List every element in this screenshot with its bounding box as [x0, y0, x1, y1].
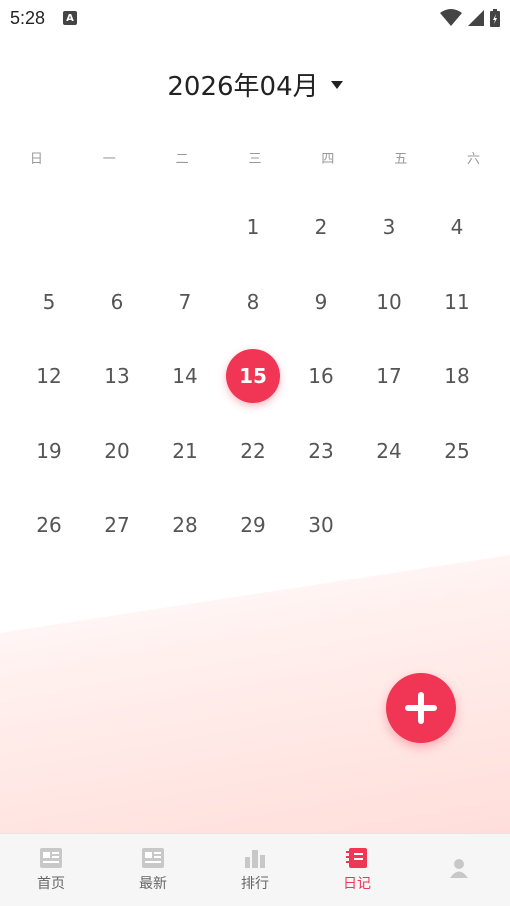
- day-number: 23: [308, 438, 334, 463]
- day-cell[interactable]: 19: [15, 414, 83, 489]
- day-cell[interactable]: 26: [15, 488, 83, 563]
- day-cell[interactable]: 5: [15, 265, 83, 340]
- day-number: 22: [240, 438, 266, 463]
- tab-label: 最新: [139, 876, 167, 892]
- day-cell[interactable]: 14: [151, 339, 219, 414]
- tab-label: 日记: [343, 876, 371, 892]
- day-cell[interactable]: 23: [287, 414, 355, 489]
- month-selector[interactable]: 2026年04月: [0, 66, 510, 103]
- day-number: 18: [444, 364, 470, 389]
- add-diary-button[interactable]: [386, 673, 456, 743]
- weekday-label: 一: [102, 152, 116, 167]
- tab-1[interactable]: 首页: [0, 834, 102, 906]
- status-right-icons: [440, 9, 500, 27]
- day-cell[interactable]: 18: [423, 339, 491, 414]
- tab-3[interactable]: 排行: [204, 834, 306, 906]
- day-number: 12: [36, 364, 62, 389]
- day-number: 2: [314, 215, 328, 240]
- day-cell[interactable]: 7: [151, 265, 219, 340]
- day-number: 27: [104, 513, 130, 538]
- notebook-icon: [346, 848, 367, 868]
- day-cell[interactable]: 22: [219, 414, 287, 489]
- signal-icon: [468, 10, 484, 26]
- day-cell[interactable]: 12: [15, 339, 83, 414]
- month-title: 2026年04月: [167, 72, 319, 102]
- day-number: 3: [382, 215, 396, 240]
- empty-day-cell: [15, 190, 83, 265]
- day-number: 30: [308, 513, 334, 538]
- day-cell[interactable]: 8: [219, 265, 287, 340]
- day-number: 26: [36, 513, 62, 538]
- weekday-label: 五: [394, 152, 408, 167]
- tab-4[interactable]: 日记: [306, 834, 408, 906]
- empty-day-cell: [151, 190, 219, 265]
- day-cell[interactable]: 6: [83, 265, 151, 340]
- day-cell[interactable]: 24: [355, 414, 423, 489]
- weekday-label: 四: [321, 152, 335, 167]
- dropdown-triangle-icon: [330, 80, 343, 89]
- weekday-header: 日一二三四五六: [0, 148, 510, 172]
- day-cell[interactable]: 16: [287, 339, 355, 414]
- day-number: 17: [376, 364, 402, 389]
- wifi-icon: [440, 9, 462, 26]
- day-number: 9: [314, 289, 328, 314]
- day-cell[interactable]: 30: [287, 488, 355, 563]
- day-number: 7: [178, 289, 192, 314]
- calendar-grid: 1 2 3 4 5 6 7 8 9 10 11 12 13 14 15 16 17 18 19 20 21 22 23 24 2…: [15, 190, 495, 563]
- tab-label: 排行: [241, 876, 269, 892]
- weekday-label: 六: [467, 152, 481, 167]
- day-cell[interactable]: 25: [423, 414, 491, 489]
- weekday-label: 三: [248, 152, 262, 167]
- day-cell[interactable]: 13: [83, 339, 151, 414]
- day-number: 28: [172, 513, 198, 538]
- day-cell[interactable]: 29: [219, 488, 287, 563]
- day-number: 13: [104, 364, 130, 389]
- plus-icon: [405, 692, 437, 724]
- day-cell[interactable]: 21: [151, 414, 219, 489]
- day-cell[interactable]: 11: [423, 265, 491, 340]
- day-cell[interactable]: 2: [287, 190, 355, 265]
- tab-5[interactable]: [408, 834, 510, 906]
- day-number: 24: [376, 438, 402, 463]
- day-number: 10: [376, 289, 402, 314]
- empty-day-cell: [83, 190, 151, 265]
- day-number: 6: [110, 289, 124, 314]
- bar-chart-icon: [245, 850, 265, 868]
- news-card-icon: [142, 848, 164, 868]
- bottom-tab-bar: 首页 最新 排行 日记: [0, 833, 510, 906]
- day-cell[interactable]: 17: [355, 339, 423, 414]
- day-number: 14: [172, 364, 198, 389]
- day-cell[interactable]: 20: [83, 414, 151, 489]
- battery-icon: [490, 9, 500, 27]
- day-cell[interactable]: 3: [355, 190, 423, 265]
- weekday-label: 日: [29, 152, 43, 167]
- day-cell[interactable]: 1: [219, 190, 287, 265]
- day-number: 20: [104, 438, 130, 463]
- day-cell[interactable]: 27: [83, 488, 151, 563]
- day-number: 5: [42, 289, 56, 314]
- day-number: 1: [246, 215, 260, 240]
- status-time: 5:28: [10, 7, 46, 28]
- tab-label: 首页: [37, 876, 65, 892]
- day-number: 21: [172, 438, 198, 463]
- day-number: 25: [444, 438, 470, 463]
- day-number: 19: [36, 438, 62, 463]
- day-cell[interactable]: 10: [355, 265, 423, 340]
- day-number: 4: [450, 215, 464, 240]
- person-icon: [450, 859, 468, 878]
- status-bar: 5:28 A: [0, 0, 510, 36]
- day-number: 8: [246, 289, 260, 314]
- day-cell-selected[interactable]: 15: [219, 339, 287, 414]
- tab-2[interactable]: 最新: [102, 834, 204, 906]
- notification-icon: A: [63, 11, 78, 25]
- day-number: 11: [444, 289, 470, 314]
- day-cell[interactable]: 4: [423, 190, 491, 265]
- weekday-label: 二: [175, 152, 189, 167]
- day-cell[interactable]: 9: [287, 265, 355, 340]
- day-cell[interactable]: 28: [151, 488, 219, 563]
- day-number: 29: [240, 513, 266, 538]
- day-number: 15: [226, 349, 280, 404]
- day-number: 16: [308, 364, 334, 389]
- news-card-icon: [40, 848, 62, 868]
